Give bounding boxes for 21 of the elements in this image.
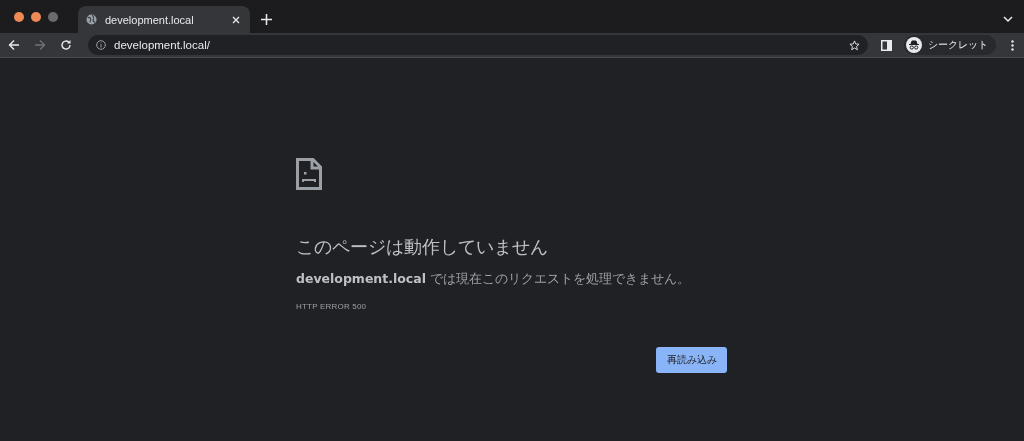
incognito-icon: [906, 37, 922, 53]
address-bar[interactable]: development.local/: [88, 35, 868, 55]
close-window-icon[interactable]: [14, 11, 24, 22]
info-icon: [96, 40, 106, 50]
zoom-window-icon[interactable]: [48, 11, 58, 22]
address-field[interactable]: development.local/: [114, 39, 841, 51]
back-arrow-icon[interactable]: [6, 37, 22, 53]
tab-title: development.local: [105, 13, 195, 26]
incognito-profile-button[interactable]: シークレット: [904, 35, 996, 55]
browser-tab[interactable]: development.local: [78, 6, 250, 33]
reload-button[interactable]: 再読み込み: [656, 347, 727, 373]
minimize-window-icon[interactable]: [31, 11, 41, 22]
error-code: HTTP ERROR 500: [296, 302, 367, 311]
profile-label: シークレット: [928, 38, 988, 52]
error-message: development.local では現在このリクエストを処理できません。: [296, 271, 690, 288]
star-icon[interactable]: [849, 39, 860, 51]
sad-document-icon: [296, 158, 322, 190]
reload-icon[interactable]: [58, 37, 74, 53]
side-panel-icon[interactable]: [878, 37, 894, 53]
error-heading: このページは動作していません: [296, 235, 548, 259]
new-tab-icon[interactable]: [258, 11, 274, 27]
